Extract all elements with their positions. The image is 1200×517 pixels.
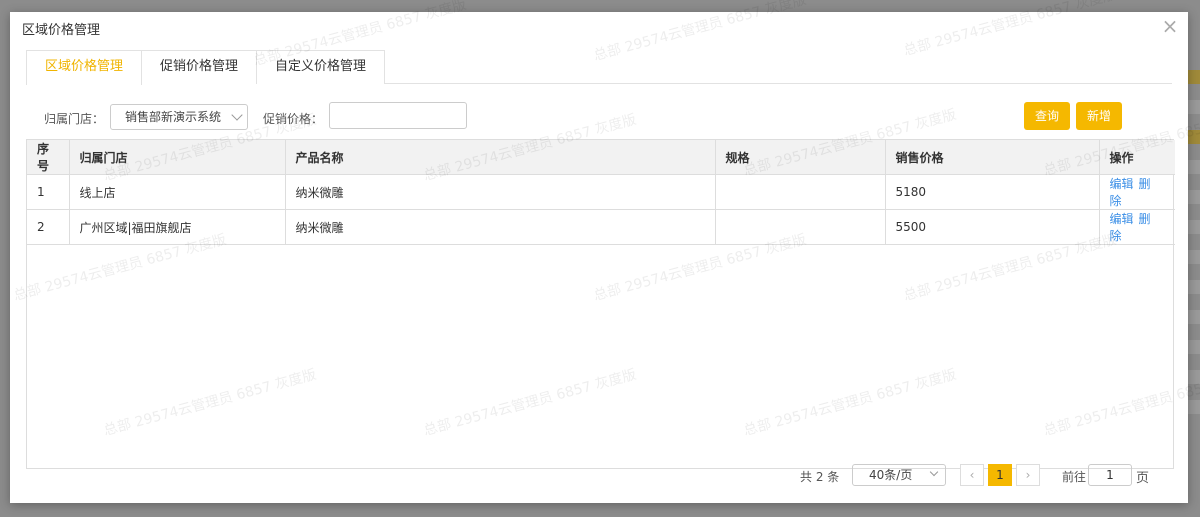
- chevron-left-icon: ‹: [969, 468, 975, 482]
- add-button[interactable]: 新增: [1076, 102, 1122, 130]
- goto-page-input[interactable]: 1: [1088, 464, 1132, 486]
- page-size-select[interactable]: 40条/页: [852, 464, 946, 486]
- cell-store: 广州区域|福田旗舰店: [69, 209, 286, 245]
- cell-product: 纳米微雕: [285, 174, 716, 210]
- query-button[interactable]: 查询: [1024, 102, 1070, 130]
- price-table: 序号 归属门店 产品名称 规格 销售价格 操作 1 线上店 纳米微雕 5180 …: [26, 139, 1175, 469]
- cell-price: 5500: [885, 209, 1100, 245]
- tab-custom-price[interactable]: 自定义价格管理: [256, 50, 386, 84]
- chevron-down-icon: [929, 467, 939, 477]
- promo-price-label: 促销价格：: [263, 112, 324, 126]
- cell-actions: 编辑 删除: [1099, 209, 1175, 245]
- filter-bar: 归属门店： 销售部新演示系统 促销价格： 查询 新增: [26, 102, 1138, 132]
- tab-region-price[interactable]: 区域价格管理: [26, 50, 143, 85]
- background-page-right: [1188, 70, 1200, 450]
- chevron-down-icon: [231, 109, 243, 121]
- cell-price: 5180: [885, 174, 1100, 210]
- pagination: 共 2 条 40条/页 ‹ 1 › 前往 1 页: [772, 464, 1172, 486]
- col-header-spec: 规格: [715, 140, 886, 175]
- col-header-product: 产品名称: [285, 140, 716, 175]
- table-row: 2 广州区域|福田旗舰店 纳米微雕 5500 编辑 删除: [27, 209, 1175, 245]
- dialog-title: 区域价格管理: [22, 23, 101, 38]
- cell-spec: [715, 209, 886, 245]
- cell-actions: 编辑 删除: [1099, 174, 1175, 210]
- cell-product: 纳米微雕: [285, 209, 716, 245]
- edit-link[interactable]: 编辑: [1110, 177, 1134, 191]
- col-header-index: 序号: [27, 140, 70, 175]
- goto-label: 前往: [1062, 470, 1087, 484]
- col-header-store: 归属门店: [69, 140, 286, 175]
- total-count: 共 2 条: [800, 470, 840, 484]
- cell-index: 1: [27, 174, 70, 210]
- page-suffix-label: 页: [1136, 471, 1150, 486]
- store-select-value: 销售部新演示系统: [125, 110, 222, 124]
- prev-page-button[interactable]: ‹: [960, 464, 984, 486]
- edit-link[interactable]: 编辑: [1110, 212, 1134, 226]
- col-header-price: 销售价格: [885, 140, 1100, 175]
- cell-spec: [715, 174, 886, 210]
- price-management-dialog: 区域价格管理 × 区域价格管理 促销价格管理 自定义价格管理 归属门店： 销售部…: [10, 0, 1200, 503]
- page-number-current[interactable]: 1: [988, 464, 1012, 486]
- close-icon[interactable]: ×: [1160, 16, 1180, 36]
- cell-store: 线上店: [69, 174, 286, 210]
- table-row: 1 线上店 纳米微雕 5180 编辑 删除: [27, 174, 1175, 210]
- page-size-value: 40条/页: [869, 468, 913, 482]
- tab-promo-price[interactable]: 促销价格管理: [141, 50, 258, 84]
- promo-price-input[interactable]: [329, 102, 467, 129]
- store-filter-label: 归属门店：: [44, 112, 105, 126]
- next-page-button[interactable]: ›: [1016, 464, 1040, 486]
- chevron-right-icon: ›: [1025, 468, 1031, 482]
- tab-bar: 区域价格管理 促销价格管理 自定义价格管理: [26, 50, 1172, 85]
- table-header-row: 序号 归属门店 产品名称 规格 销售价格 操作: [27, 140, 1175, 175]
- cell-index: 2: [27, 209, 70, 245]
- col-header-actions: 操作: [1099, 140, 1175, 175]
- store-select[interactable]: 销售部新演示系统: [110, 104, 248, 130]
